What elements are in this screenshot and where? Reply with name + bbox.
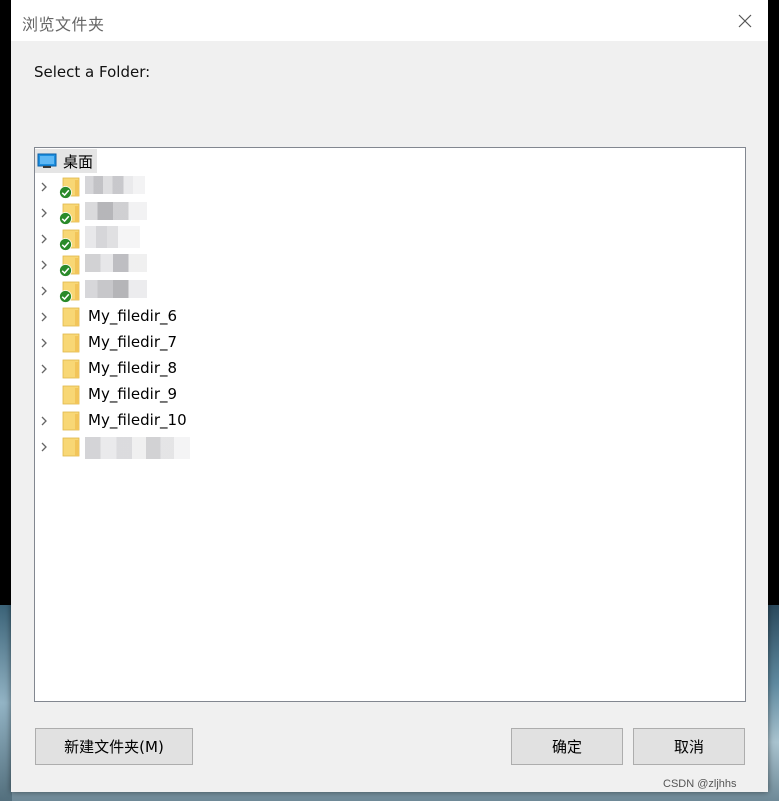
redacted-folder-name	[85, 176, 145, 194]
close-button[interactable]	[722, 0, 768, 41]
redacted-folder-name	[85, 280, 147, 298]
folder-tree[interactable]: 桌面 My_filedir_6 My_filedir_7 My_filedir_8 M…	[34, 147, 746, 702]
tree-node[interactable]: My_filedir_8	[35, 356, 435, 382]
tree-root-desktop[interactable]: 桌面	[35, 149, 98, 173]
folder-icon	[62, 437, 80, 457]
tree-node-label: My_filedir_10	[88, 411, 187, 429]
tree-node[interactable]: My_filedir_9	[35, 382, 435, 408]
tree-node[interactable]: My_filedir_7	[35, 330, 435, 356]
tree-node-label: My_filedir_9	[88, 385, 178, 403]
redacted-folder-name	[85, 437, 190, 459]
tree-node[interactable]	[35, 434, 435, 460]
tree-node[interactable]	[35, 226, 435, 252]
close-icon	[738, 14, 752, 27]
redacted-folder-name	[85, 226, 140, 248]
desktop-icon	[37, 153, 57, 168]
tree-node[interactable]: My_filedir_10	[35, 408, 435, 434]
chevron-right-icon[interactable]	[39, 182, 49, 192]
tree-root-label: 桌面	[63, 152, 94, 171]
ok-button[interactable]: 确定	[511, 728, 623, 765]
folder-icon	[62, 411, 80, 431]
select-folder-prompt: Select a Folder:	[34, 63, 151, 81]
browse-folder-dialog: 浏览文件夹 Select a Folder: 桌面 My_filedir_6 My…	[11, 0, 768, 792]
tree-node-label: My_filedir_8	[88, 359, 178, 377]
sync-check-icon	[59, 290, 72, 303]
chevron-right-icon[interactable]	[39, 416, 49, 426]
tree-node[interactable]: My_filedir_6	[35, 304, 435, 330]
sync-check-icon	[59, 212, 72, 225]
folder-icon	[62, 333, 80, 353]
watermark: CSDN @zljhhs	[663, 778, 737, 790]
sync-check-icon	[59, 238, 72, 251]
chevron-right-icon[interactable]	[39, 442, 49, 452]
chevron-right-icon[interactable]	[39, 312, 49, 322]
selection-highlight: 桌面	[35, 149, 98, 173]
dialog-title: 浏览文件夹	[22, 15, 105, 34]
folder-icon	[62, 385, 80, 405]
chevron-right-icon[interactable]	[39, 364, 49, 374]
tree-node[interactable]	[35, 278, 435, 304]
redacted-folder-name	[85, 202, 147, 220]
redacted-folder-name	[85, 254, 147, 272]
tree-node[interactable]	[35, 252, 435, 278]
folder-icon	[62, 359, 80, 379]
new-folder-button[interactable]: 新建文件夹(M)	[35, 728, 193, 765]
chevron-right-icon[interactable]	[39, 286, 49, 296]
tree-node-label: My_filedir_6	[88, 307, 178, 325]
chevron-right-icon[interactable]	[39, 234, 49, 244]
chevron-right-icon[interactable]	[39, 338, 49, 348]
tree-node-label: My_filedir_7	[88, 333, 178, 351]
chevron-right-icon[interactable]	[39, 208, 49, 218]
title-bar[interactable]: 浏览文件夹	[11, 0, 768, 41]
chevron-right-icon[interactable]	[39, 260, 49, 270]
sync-check-icon	[59, 264, 72, 277]
cancel-button[interactable]: 取消	[633, 728, 745, 765]
folder-icon	[62, 307, 80, 327]
tree-node[interactable]	[35, 200, 435, 226]
sync-check-icon	[59, 186, 72, 199]
tree-node[interactable]	[35, 174, 435, 200]
